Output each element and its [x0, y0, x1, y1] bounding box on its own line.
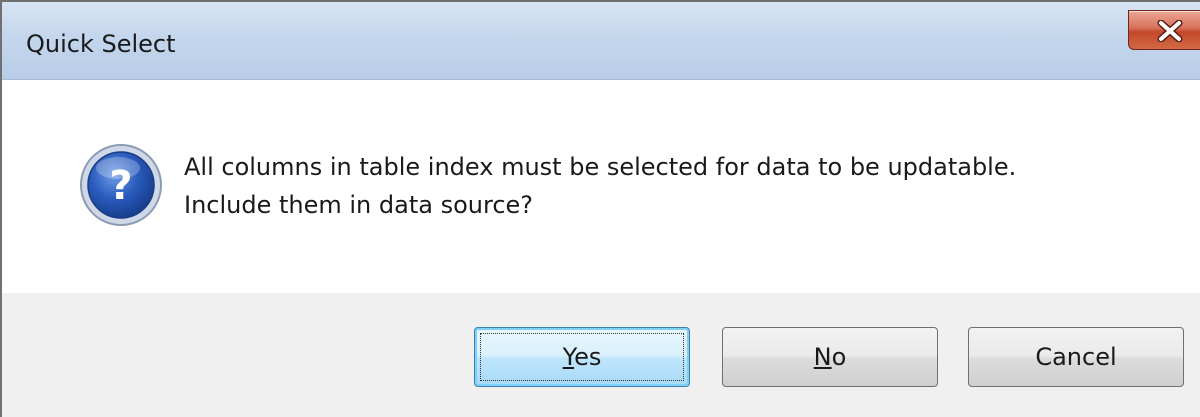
svg-text:?: ? [109, 163, 132, 209]
title-bar[interactable]: Quick Select [2, 2, 1200, 80]
dialog-title: Quick Select [26, 30, 176, 58]
no-button[interactable]: No [722, 327, 938, 387]
message-line-2: Include them in data source? [184, 191, 534, 219]
cancel-button-label: Cancel [1035, 343, 1117, 371]
yes-button[interactable]: Yes [474, 327, 690, 387]
question-icon: ? [80, 144, 162, 226]
no-button-label: No [813, 343, 847, 371]
focus-rectangle [480, 333, 684, 381]
close-button[interactable] [1128, 10, 1200, 50]
dialog-message: All columns in table index must be selec… [184, 148, 1016, 224]
close-icon [1157, 20, 1183, 42]
message-line-1: All columns in table index must be selec… [184, 153, 1017, 181]
cancel-button[interactable]: Cancel [968, 327, 1184, 387]
dialog-window: Quick Select ? All columns in table inde… [0, 0, 1200, 417]
